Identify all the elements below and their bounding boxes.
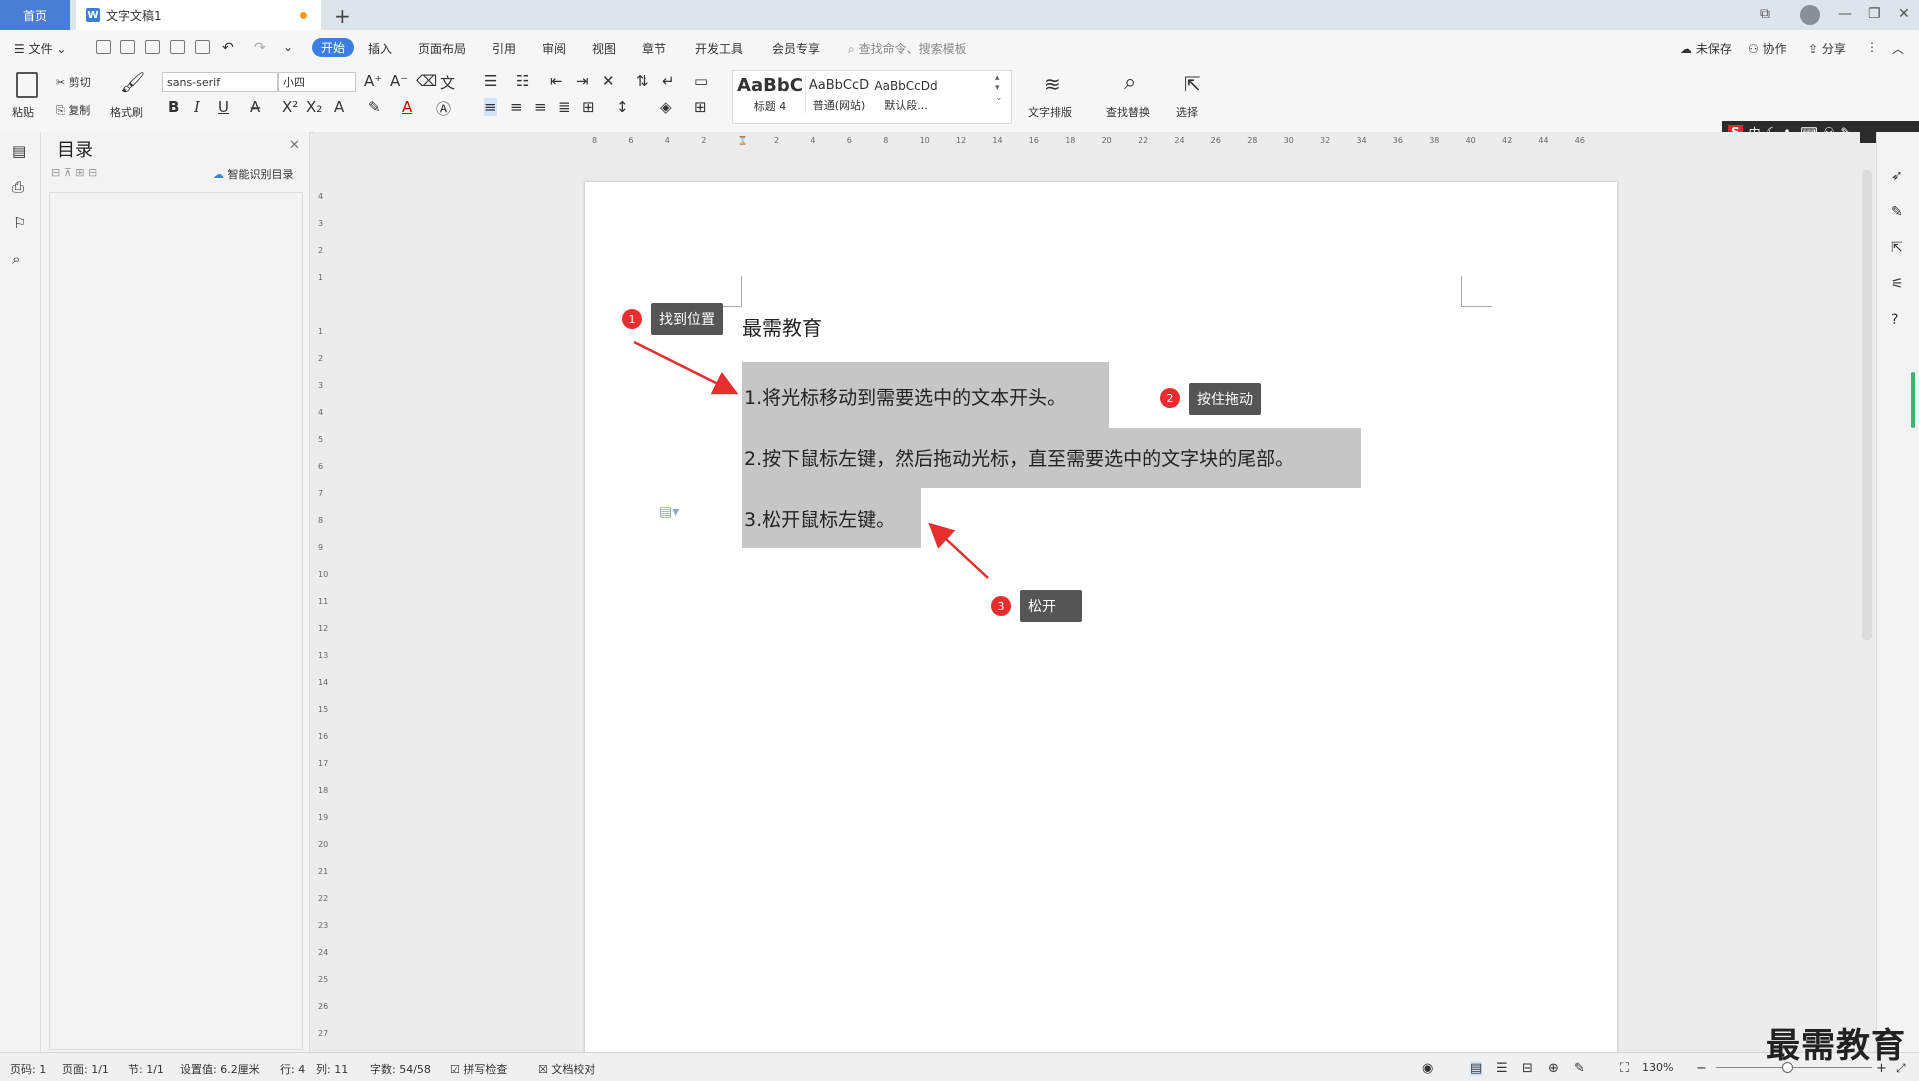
spell-check-label: 拼写检查 <box>463 1063 508 1076</box>
callout-hold-drag: 按住拖动 <box>1189 383 1261 415</box>
callout-release: 松开 <box>1020 590 1082 622</box>
status-page-num: 页码: 1 <box>10 1063 47 1076</box>
status-section: 节: 1/1 <box>128 1063 164 1076</box>
status-words[interactable]: 字数: 54/58 <box>370 1061 431 1077</box>
status-row: 行: 4 <box>280 1063 306 1076</box>
callout-badge-1: 1 <box>622 309 642 329</box>
status-setting[interactable]: 设置值: 6.2厘米 <box>180 1061 260 1077</box>
settings-sliders-icon[interactable]: ⚟ <box>1891 276 1904 292</box>
status-page: 页面: 1/1 <box>62 1063 109 1076</box>
help-icon[interactable]: ? <box>1891 312 1898 328</box>
status-col: 列: 11 <box>316 1063 349 1076</box>
arrow-to-end <box>928 522 989 579</box>
doc-proof-label: 文档校对 <box>551 1063 596 1076</box>
callout-badge-2: 2 <box>1160 388 1180 408</box>
rocket-icon[interactable]: ➶ <box>1891 168 1903 184</box>
right-tool-bar: ➶ ✎ ⇱ ⚟ ? <box>1876 132 1919 1052</box>
pointer-icon[interactable]: ⇱ <box>1891 240 1903 256</box>
zoom-level[interactable]: 130% <box>1642 1061 1673 1074</box>
annotation-arrows <box>633 340 989 579</box>
write-view-icon[interactable]: ✎ <box>1574 1061 1585 1076</box>
status-bar: 页码: 1 页面: 1/1 节: 1/1 设置值: 6.2厘米 行: 4 列: … <box>0 1052 1919 1081</box>
watermark: 最需教育 <box>1766 1026 1906 1066</box>
outline-view-icon[interactable]: ☰ <box>1496 1061 1508 1076</box>
proof-icon: ☒ <box>538 1063 548 1076</box>
spell-check-icon: ☑ <box>450 1063 460 1076</box>
doc-proof-button[interactable]: ☒ 文档校对 <box>538 1061 595 1077</box>
arrow-to-start <box>633 340 739 395</box>
progress-indicator <box>1911 372 1915 428</box>
callout-find-position: 找到位置 <box>651 303 723 335</box>
fit-page-icon[interactable]: ⛶ <box>1620 1061 1629 1076</box>
web-view-icon[interactable]: ⊕ <box>1548 1061 1559 1076</box>
spell-check-button[interactable]: ☑ 拼写检查 <box>450 1061 507 1077</box>
zoom-out-icon[interactable]: − <box>1696 1061 1707 1076</box>
eye-protection-icon[interactable]: ◉ <box>1422 1061 1433 1076</box>
callout-badge-3: 3 <box>991 596 1011 616</box>
reading-view-icon[interactable]: ⊟ <box>1522 1061 1533 1076</box>
zoom-slider[interactable] <box>1716 1067 1872 1068</box>
pen-icon[interactable]: ✎ <box>1891 204 1903 220</box>
vertical-scrollbar[interactable] <box>1862 170 1872 640</box>
page-view-icon[interactable]: ▤ <box>1470 1061 1483 1076</box>
